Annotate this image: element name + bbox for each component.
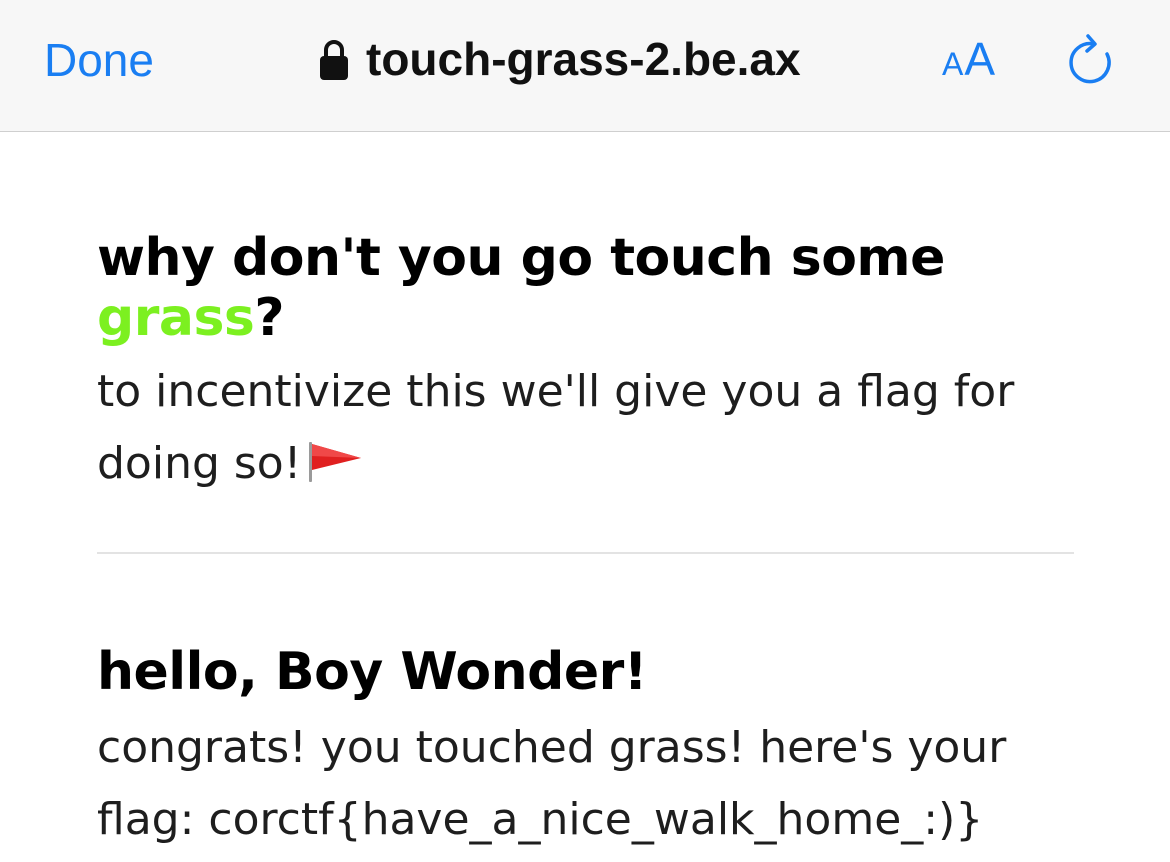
reader-big-a: A xyxy=(964,33,996,85)
greeting-heading: hello, Boy Wonder! xyxy=(97,642,647,702)
congrats-message: congrats! you touched grass! here's your… xyxy=(97,722,1007,845)
red-flag-icon xyxy=(309,442,362,482)
reader-small-a: A xyxy=(942,46,964,82)
section-divider xyxy=(97,552,1074,554)
title-prefix: why don't you go touch some xyxy=(97,228,945,288)
address-display[interactable]: touch-grass-2.be.ax xyxy=(318,30,801,88)
done-button[interactable]: Done xyxy=(44,34,154,86)
lock-icon xyxy=(320,40,348,80)
reload-icon[interactable] xyxy=(1064,32,1116,86)
reader-text-size-button[interactable]: A A xyxy=(942,32,995,88)
browser-toolbar: Done touch-grass-2.be.ax A A xyxy=(0,0,1170,132)
intro-paragraph: to incentivize this we'll give you a fla… xyxy=(97,356,1074,500)
intro-text: to incentivize this we'll give you a fla… xyxy=(97,366,1015,489)
title-suffix: ? xyxy=(254,288,285,348)
page-title: why don't you go touch some grass? xyxy=(97,228,1074,348)
grass-highlight: grass xyxy=(97,288,255,348)
page-content: why don't you go touch some grass? to in… xyxy=(97,132,1074,856)
url-text: touch-grass-2.be.ax xyxy=(366,33,801,85)
